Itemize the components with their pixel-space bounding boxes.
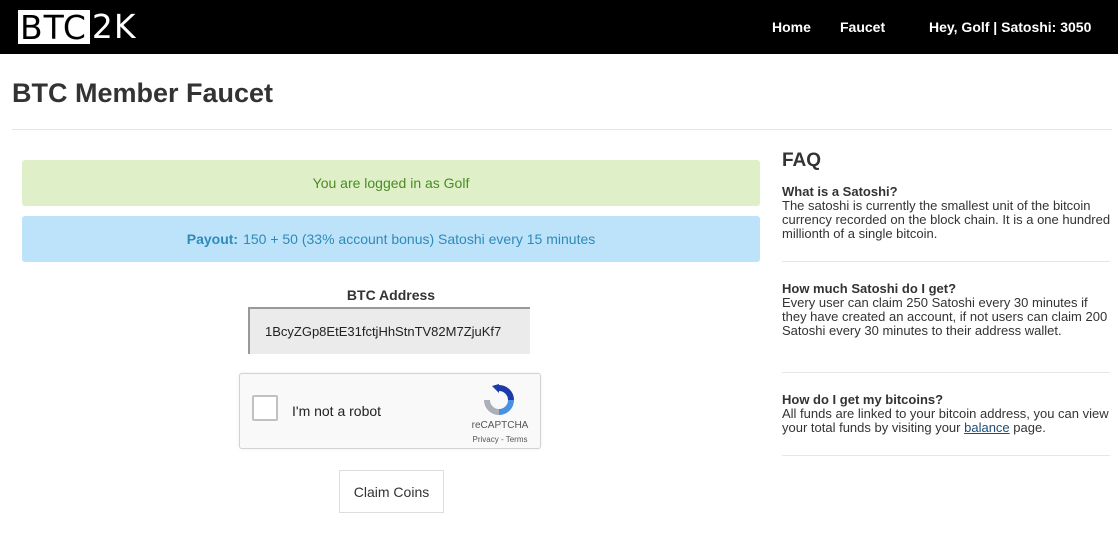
faq-item: How much Satoshi do I get? Every user ca… bbox=[782, 282, 1112, 338]
recaptcha-privacy-terms[interactable]: Privacy - Terms bbox=[462, 435, 538, 444]
faq-answer: All funds are linked to your bitcoin add… bbox=[782, 407, 1112, 435]
payout-alert: Payout: 150 + 50 (33% account bonus) Sat… bbox=[22, 216, 760, 262]
faq-divider bbox=[782, 261, 1110, 262]
recaptcha-label: I'm not a robot bbox=[292, 403, 382, 419]
faq-answer-text: All funds are linked to your bitcoin add… bbox=[782, 406, 1109, 435]
top-navbar: BTC 2K Home Faucet Hey, Golf | Satoshi: 3… bbox=[0, 0, 1118, 54]
faq-divider bbox=[782, 455, 1110, 456]
login-status-alert: You are logged in as Golf bbox=[22, 160, 760, 206]
faq-question: How much Satoshi do I get? bbox=[782, 281, 957, 296]
site-logo[interactable]: BTC 2K bbox=[18, 7, 137, 46]
recaptcha-logo-icon bbox=[484, 384, 514, 415]
faq-item: How do I get my bitcoins? All funds are … bbox=[782, 393, 1112, 435]
recaptcha-checkbox[interactable] bbox=[252, 395, 278, 421]
faq-divider bbox=[782, 372, 1110, 373]
user-satoshi-status: Hey, Golf | Satoshi: 3050 bbox=[929, 19, 1092, 35]
recaptcha-widget: I'm not a robot reCAPTCHA Privacy - Term… bbox=[239, 373, 541, 449]
faq-answer-text-end: page. bbox=[1013, 420, 1046, 435]
logo-text: 2K bbox=[91, 7, 137, 46]
logo-boxed-text: BTC bbox=[18, 10, 90, 45]
faq-answer: Every user can claim 250 Satoshi every 3… bbox=[782, 295, 1108, 338]
faq-question: What is a Satoshi? bbox=[782, 184, 898, 199]
claim-coins-button[interactable]: Claim Coins bbox=[339, 470, 444, 513]
payout-label: Payout: bbox=[186, 231, 239, 247]
btc-address-input[interactable] bbox=[248, 307, 530, 354]
payout-text: 150 + 50 (33% account bonus) Satoshi eve… bbox=[243, 231, 596, 247]
recaptcha-brand-text: reCAPTCHA bbox=[471, 420, 529, 431]
btc-address-label: BTC Address bbox=[346, 287, 436, 303]
title-divider bbox=[12, 129, 1112, 130]
login-status-text: You are logged in as Golf bbox=[312, 175, 470, 191]
faq-answer: The satoshi is currently the smallest un… bbox=[782, 198, 1111, 241]
nav-faucet-link[interactable]: Faucet bbox=[840, 19, 885, 35]
faq-item: What is a Satoshi? The satoshi is curren… bbox=[782, 185, 1112, 241]
balance-link[interactable]: balance bbox=[964, 420, 1010, 435]
nav-home-link[interactable]: Home bbox=[772, 19, 811, 35]
faq-title: FAQ bbox=[782, 150, 822, 171]
page-title: BTC Member Faucet bbox=[12, 78, 274, 108]
faq-question: How do I get my bitcoins? bbox=[782, 392, 944, 407]
